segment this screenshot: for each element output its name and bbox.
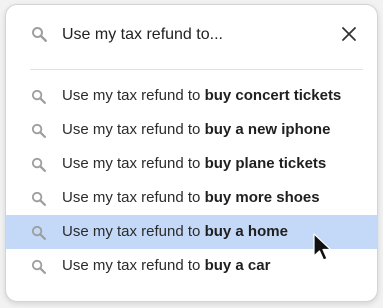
- suggestion-list: Use my tax refund to buy concert tickets…: [6, 79, 377, 283]
- suggestion-text: Use my tax refund to buy a home: [62, 223, 288, 241]
- search-icon: [31, 259, 47, 275]
- suggestion-completion: buy plane tickets: [204, 155, 327, 172]
- suggestion-prefix: Use my tax refund to: [62, 121, 205, 138]
- close-icon[interactable]: [337, 22, 361, 46]
- suggestion-completion: buy a new iphone: [204, 121, 331, 138]
- suggestion-completion: buy a car: [204, 257, 271, 274]
- suggestion-item[interactable]: Use my tax refund to buy a car: [6, 249, 377, 283]
- suggestion-item[interactable]: Use my tax refund to buy plane tickets: [6, 147, 377, 181]
- search-bar[interactable]: Use my tax refund to...: [6, 5, 377, 66]
- suggestion-prefix: Use my tax refund to: [62, 87, 205, 104]
- suggestion-text: Use my tax refund to buy more shoes: [62, 189, 320, 207]
- suggestion-completion: buy a home: [204, 223, 288, 240]
- search-icon: [31, 157, 47, 173]
- suggestion-prefix: Use my tax refund to: [62, 189, 205, 206]
- suggestion-text: Use my tax refund to buy a new iphone: [62, 121, 330, 139]
- search-autocomplete-panel: Use my tax refund to... Use my tax refun…: [5, 4, 378, 302]
- suggestion-item[interactable]: Use my tax refund to buy a new iphone: [6, 113, 377, 147]
- search-icon: [31, 123, 47, 139]
- search-icon: [32, 27, 47, 42]
- search-icon: [31, 89, 47, 105]
- divider: [30, 69, 363, 70]
- suggestion-text: Use my tax refund to buy plane tickets: [62, 155, 326, 173]
- suggestion-completion: buy more shoes: [204, 189, 320, 206]
- suggestion-completion: buy concert tickets: [204, 87, 342, 104]
- search-input[interactable]: Use my tax refund to...: [62, 25, 223, 45]
- suggestion-item[interactable]: Use my tax refund to buy concert tickets: [6, 79, 377, 113]
- suggestion-item[interactable]: Use my tax refund to buy more shoes: [6, 181, 377, 215]
- suggestion-prefix: Use my tax refund to: [62, 223, 205, 240]
- search-icon: [31, 225, 47, 241]
- suggestion-item[interactable]: Use my tax refund to buy a home: [6, 215, 377, 249]
- suggestion-prefix: Use my tax refund to: [62, 155, 205, 172]
- search-icon: [31, 191, 47, 207]
- suggestion-prefix: Use my tax refund to: [62, 257, 205, 274]
- suggestion-text: Use my tax refund to buy a car: [62, 257, 270, 275]
- suggestion-text: Use my tax refund to buy concert tickets: [62, 87, 341, 105]
